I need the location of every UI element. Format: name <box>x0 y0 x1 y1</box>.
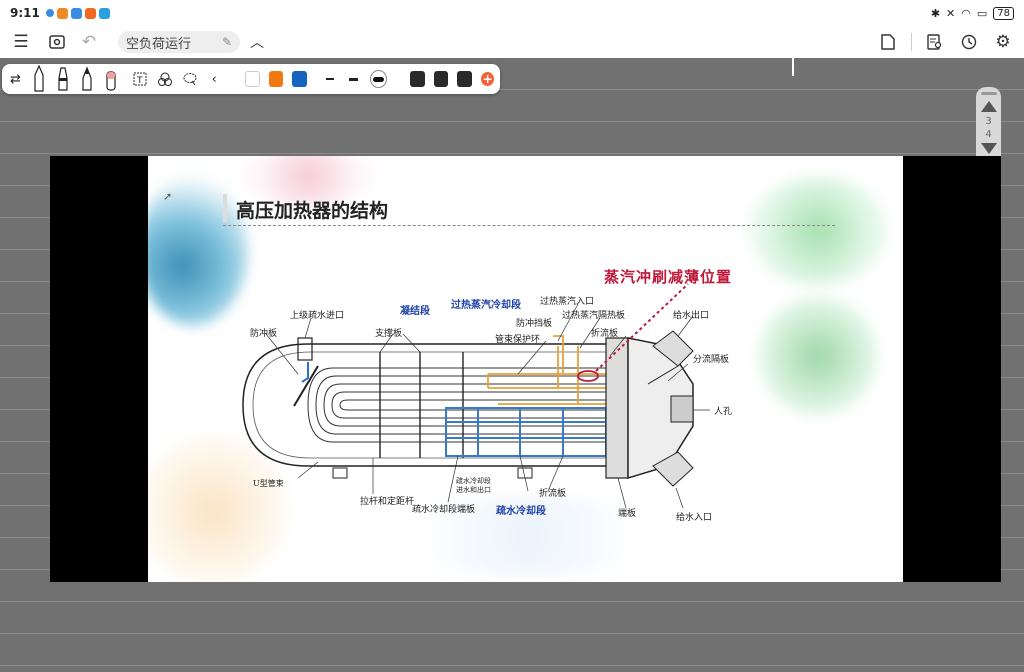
drain-cooling-section-label: 疏水冷却段 <box>496 506 546 517</box>
baffle-label: 折流板 <box>591 329 619 339</box>
document-title[interactable]: 空负荷运行 ✎ <box>118 31 240 53</box>
upper-drain-inlet-label: 上级疏水进口 <box>290 311 345 321</box>
notification-icon <box>45 9 54 17</box>
heater-diagram <box>242 283 710 509</box>
collapse-left-icon[interactable]: ‹ <box>207 68 222 90</box>
settings-gear-icon[interactable]: ⚙ <box>992 31 1014 53</box>
tube-ring-label: 管束保护环 <box>495 335 541 345</box>
menu-icon[interactable]: ☰ <box>10 31 32 53</box>
water-inlet-label: 给水入口 <box>676 513 713 523</box>
notification-icon <box>84 7 96 19</box>
mute-icon: ✕ <box>946 6 956 20</box>
u-tube-bundle-label: U型管束 <box>253 479 284 488</box>
pen-toolbar: ⇄ T ‹ + <box>2 64 500 94</box>
shapes-icon[interactable] <box>157 68 173 90</box>
impingement-plate-label: 防冲板 <box>250 329 278 339</box>
status-icons: ✱ ✕ ◠ ▭ 78 <box>930 6 1014 20</box>
page-down-icon[interactable] <box>980 143 997 154</box>
preview-icon[interactable] <box>46 31 68 53</box>
page-number[interactable]: 3 <box>985 115 991 128</box>
baffle-guard-label: 防冲挡板 <box>516 319 553 329</box>
upper-drain-nozzle <box>297 337 313 361</box>
pencil-icon[interactable] <box>79 66 94 91</box>
lasso-select-icon[interactable] <box>182 68 198 90</box>
desuperheating-section-label: 过热蒸汽冷却段 <box>451 300 521 311</box>
battery-indicator: 78 <box>993 6 1014 20</box>
water-outlet-label: 给水出口 <box>673 311 710 321</box>
status-time: 9:11 <box>10 6 40 20</box>
edit-title-icon[interactable]: ✎ <box>222 35 232 49</box>
pass-partition-label: 分流隔板 <box>693 355 730 365</box>
fountain-pen-icon[interactable] <box>32 65 47 92</box>
shell-outline <box>242 343 619 467</box>
page-icon[interactable] <box>877 31 899 53</box>
marker-pen-icon[interactable] <box>56 67 71 91</box>
tie-rod-label: 拉杆和定距杆 <box>360 497 415 507</box>
desuperheating-zone <box>487 335 606 405</box>
svg-text:T: T <box>136 76 143 86</box>
drain-flow-arrow <box>301 362 309 383</box>
drag-handle[interactable] <box>980 92 997 95</box>
no-color-swatch[interactable] <box>244 71 260 87</box>
medium-stroke-option[interactable] <box>346 68 361 90</box>
divider <box>911 33 912 51</box>
color-swatch-black[interactable] <box>457 71 473 87</box>
tube-sheet-label: 端板 <box>618 509 637 519</box>
text-cursor <box>792 58 794 76</box>
switch-toolbar-icon[interactable]: ⇄ <box>8 68 23 90</box>
document-title-text: 空负荷运行 <box>126 36 192 52</box>
thick-stroke-option-selected[interactable] <box>369 70 387 88</box>
notification-icon <box>98 7 110 19</box>
tube-sheet <box>605 337 629 479</box>
page-up-icon[interactable] <box>980 101 997 112</box>
manhole-cover <box>670 395 694 423</box>
condensing-section-label: 凝结段 <box>400 306 430 317</box>
shield-plate-label: 过热蒸汽隔热板 <box>562 311 626 321</box>
notification-icon <box>70 7 82 19</box>
history-icon[interactable] <box>958 31 980 53</box>
wifi-icon: ◠ <box>961 6 971 20</box>
eraser-icon[interactable] <box>103 68 118 91</box>
add-color-icon[interactable]: + <box>481 72 495 86</box>
support-plate-label: 支撑板 <box>375 329 403 339</box>
notification-icon <box>56 7 68 19</box>
color-swatch-blue[interactable] <box>292 71 308 87</box>
collapse-chevron-icon[interactable]: ︿ <box>246 31 268 53</box>
manhole-label: 人孔 <box>714 407 733 417</box>
rotation-icon: ▭ <box>976 6 988 20</box>
thin-stroke-option[interactable] <box>322 68 337 90</box>
erosion-location-label: 蒸汽冲刷减薄位置 <box>604 268 733 286</box>
status-bar: 9:11 ✱ ✕ ◠ ▭ 78 <box>0 0 1024 26</box>
saddle <box>332 467 348 479</box>
slide-image: ➚ 高压加热器的结构 蒸汽冲刷减薄位置 凝结段 过热蒸汽冷却段 疏水冷却段 上级… <box>148 156 903 582</box>
page-number[interactable]: 4 <box>985 128 991 141</box>
drain-cooling-zone <box>445 407 607 457</box>
color-swatch-black[interactable] <box>409 71 425 87</box>
undo-icon[interactable]: ↶ <box>78 31 100 53</box>
steam-inlet-label: 过热蒸汽入口 <box>540 297 595 307</box>
color-swatch-orange[interactable] <box>268 71 284 87</box>
baffle-bottom-label: 折流板 <box>539 489 567 499</box>
drain-zone-outlet-label: 进水和出口 <box>456 486 491 494</box>
bluetooth-icon: ✱ <box>930 6 941 20</box>
text-box-icon[interactable]: T <box>133 68 148 90</box>
drain-endplate-label: 疏水冷却段端板 <box>412 505 476 515</box>
impingement-plate <box>293 365 319 407</box>
color-swatch-black[interactable] <box>433 71 449 87</box>
search-doc-icon[interactable] <box>924 31 946 53</box>
app-bar: ☰ ↶ 空负荷运行 ✎ ︿ ⚙ <box>0 26 1024 58</box>
